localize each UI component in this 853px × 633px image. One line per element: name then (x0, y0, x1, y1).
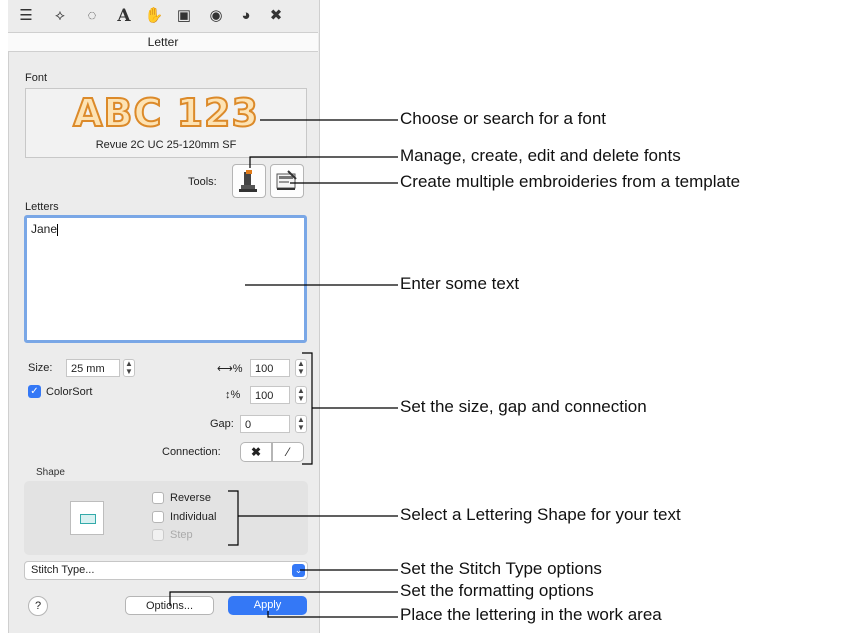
callout-bracket-shape (228, 490, 239, 546)
callout-size: Set the size, gap and connection (400, 397, 647, 416)
callout-line-place (267, 611, 398, 618)
callout-manage: Manage, create, edit and delete fonts (400, 146, 681, 165)
callout-stitch: Set the Stitch Type options (400, 559, 602, 578)
callout-font: Choose or search for a font (400, 109, 607, 128)
callout-bracket-size (302, 352, 313, 465)
callout-template: Create multiple embroideries from a temp… (400, 172, 741, 191)
callout-formatting: Set the formatting options (400, 581, 594, 600)
callout-line-formatting (169, 591, 398, 606)
callout-place: Place the lettering in the work area (400, 605, 662, 624)
callout-line-manage (249, 156, 398, 168)
callout-shape: Select a Lettering Shape for your text (400, 505, 681, 524)
callout-text: Enter some text (400, 274, 520, 293)
callout-lines (169, 119, 398, 618)
